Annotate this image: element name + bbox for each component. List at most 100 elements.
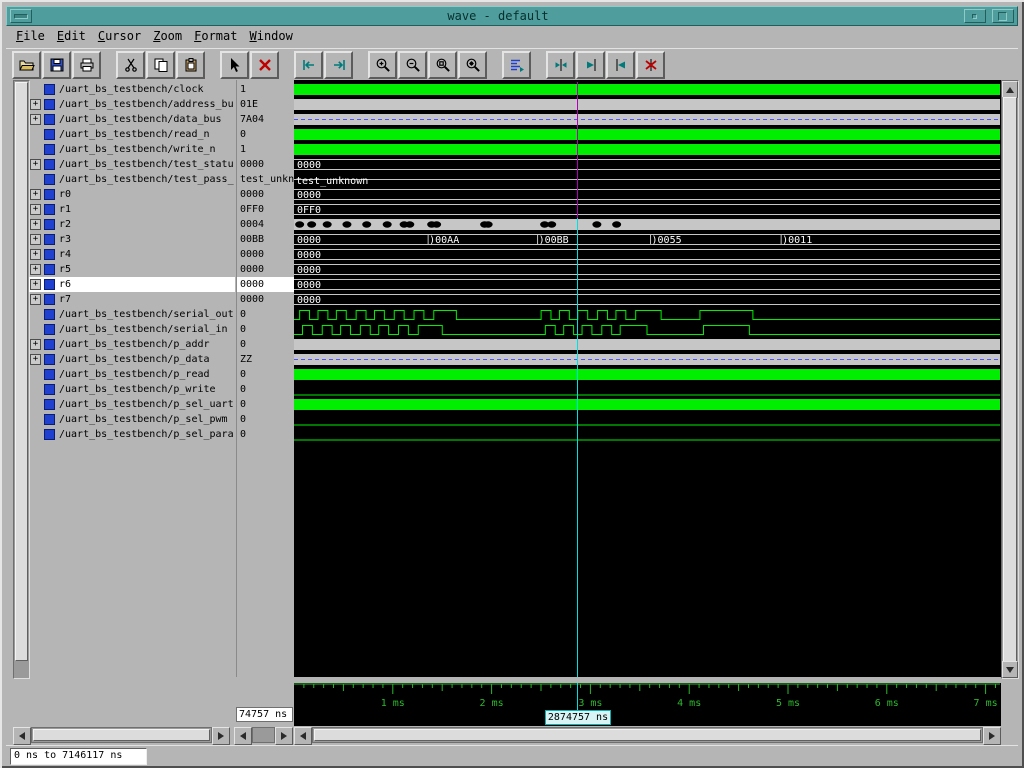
cursor-step-left-button[interactable] (576, 51, 605, 79)
zoom-in-button[interactable] (368, 51, 397, 79)
cursor-line[interactable] (577, 218, 578, 677)
signal-value-uart-bs-testbench-write-n[interactable]: 1 (237, 142, 294, 157)
tree-expander-icon[interactable]: + (30, 99, 41, 110)
menu-zoom[interactable]: Zoom (151, 27, 192, 45)
wave-uart-bs-testbench-p-sel-para[interactable] (294, 427, 1000, 442)
wave-uart-bs-testbench-serial-in[interactable] (294, 322, 1000, 337)
cursor-time-box[interactable]: 2874757 ns (545, 710, 611, 725)
wave-r2[interactable] (294, 217, 1000, 232)
zoom-out-button[interactable] (398, 51, 427, 79)
signal-row-uart-bs-testbench-p-read[interactable]: /uart_bs_testbench/p_read (29, 367, 235, 382)
signal-value-uart-bs-testbench-p-write[interactable]: 0 (237, 382, 294, 397)
menu-edit[interactable]: Edit (55, 27, 96, 45)
signal-value-uart-bs-testbench-p-addr[interactable]: 0 (237, 337, 294, 352)
signal-value-uart-bs-testbench-test-pass[interactable]: test_unkn (237, 172, 294, 187)
wave-uart-bs-testbench-clock[interactable] (294, 82, 1000, 97)
signal-value-r2[interactable]: 0004 (237, 217, 294, 232)
names-hscroll-thumb[interactable] (33, 729, 210, 741)
cut-button[interactable] (116, 51, 145, 79)
signal-value-uart-bs-testbench-p-sel-pwm[interactable]: 0 (237, 412, 294, 427)
tree-expander-icon[interactable]: + (30, 159, 41, 170)
signal-value-uart-bs-testbench-p-sel-uart[interactable]: 0 (237, 397, 294, 412)
save-button[interactable] (42, 51, 71, 79)
cursor-step-right-button[interactable] (606, 51, 635, 79)
names-vertical-scrollbar[interactable] (13, 80, 30, 679)
signal-row-uart-bs-testbench-read-n[interactable]: /uart_bs_testbench/read_n (29, 127, 235, 142)
signal-row-r1[interactable]: +r1 (29, 202, 235, 217)
wave-uart-bs-testbench-address-bu[interactable] (294, 97, 1000, 112)
wave-uart-bs-testbench-p-sel-pwm[interactable] (294, 412, 1000, 427)
cursor-delete-button[interactable] (636, 51, 665, 79)
signal-value-uart-bs-testbench-test-statu[interactable]: 0000 (237, 157, 294, 172)
signal-row-uart-bs-testbench-serial-out[interactable]: /uart_bs_testbench/serial_out (29, 307, 235, 322)
tree-expander-icon[interactable]: + (30, 204, 41, 215)
print-button[interactable] (72, 51, 101, 79)
wave-uart-bs-testbench-test-statu[interactable]: 0000 (294, 157, 1000, 172)
signal-value-r5[interactable]: 0000 (237, 262, 294, 277)
signal-value-uart-bs-testbench-p-data[interactable]: ZZ (237, 352, 294, 367)
tree-expander-icon[interactable]: + (30, 114, 41, 125)
scroll-left-icon[interactable] (234, 727, 252, 745)
signal-row-uart-bs-testbench-serial-in[interactable]: /uart_bs_testbench/serial_in (29, 322, 235, 337)
tree-expander-icon[interactable]: + (30, 264, 41, 275)
signal-row-uart-bs-testbench-write-n[interactable]: /uart_bs_testbench/write_n (29, 142, 235, 157)
scroll-down-icon[interactable] (1002, 661, 1018, 678)
wave-r4[interactable]: 0000 (294, 247, 1000, 262)
signal-value-r6[interactable]: 0000 (237, 277, 294, 292)
select-pointer-button[interactable] (220, 51, 249, 79)
signal-row-r5[interactable]: +r5 (29, 262, 235, 277)
wave-uart-bs-testbench-serial-out[interactable] (294, 307, 1000, 322)
wave-area[interactable]: 0000test_unknown00000FF00000)00AA)00BB)0… (294, 80, 1001, 677)
signal-row-r0[interactable]: +r0 (29, 187, 235, 202)
signal-row-uart-bs-testbench-p-data[interactable]: +/uart_bs_testbench/p_data (29, 352, 235, 367)
signal-value-r4[interactable]: 0000 (237, 247, 294, 262)
scroll-right-icon[interactable] (275, 727, 293, 745)
tree-expander-icon[interactable]: + (30, 354, 41, 365)
wave-r0[interactable]: 0000 (294, 187, 1000, 202)
signal-value-uart-bs-testbench-clock[interactable]: 1 (237, 82, 294, 97)
signal-row-uart-bs-testbench-clock[interactable]: /uart_bs_testbench/clock (29, 82, 235, 97)
open-button[interactable] (12, 51, 41, 79)
names-vscroll-thumb[interactable] (15, 82, 28, 661)
signal-row-uart-bs-testbench-p-write[interactable]: /uart_bs_testbench/p_write (29, 382, 235, 397)
maximize-button[interactable] (992, 9, 1014, 23)
wave-r3[interactable]: 0000)00AA)00BB)0055)0011 (294, 232, 1000, 247)
signal-value-uart-bs-testbench-p-sel-para[interactable]: 0 (237, 427, 294, 442)
timeline-cursor-line[interactable] (577, 683, 578, 710)
paste-button[interactable] (176, 51, 205, 79)
tree-expander-icon[interactable]: + (30, 219, 41, 230)
window-menu-button[interactable] (10, 9, 32, 23)
wave-uart-bs-testbench-data-bus[interactable] (294, 112, 1000, 127)
signal-row-uart-bs-testbench-p-sel-para[interactable]: /uart_bs_testbench/p_sel_para (29, 427, 235, 442)
menu-window[interactable]: Window (247, 27, 302, 45)
wave-uart-bs-testbench-p-data[interactable] (294, 352, 1000, 367)
wave-vscroll-thumb[interactable] (1003, 97, 1017, 662)
cursor-line-upper[interactable] (577, 82, 578, 218)
wave-r7[interactable]: 0000 (294, 292, 1000, 307)
tree-expander-icon[interactable]: + (30, 294, 41, 305)
signal-value-r7[interactable]: 0000 (237, 292, 294, 307)
signal-value-uart-bs-testbench-serial-out[interactable]: 0 (237, 307, 294, 322)
zoom-area-button[interactable] (428, 51, 457, 79)
scroll-right-icon[interactable] (212, 727, 230, 745)
signal-row-r3[interactable]: +r3 (29, 232, 235, 247)
values-horizontal-scrollbar[interactable] (234, 727, 293, 743)
menu-file[interactable]: File (14, 27, 55, 45)
wave-vertical-scrollbar[interactable] (1001, 80, 1019, 679)
delete-button[interactable] (250, 51, 279, 79)
wave-uart-bs-testbench-p-addr[interactable] (294, 337, 1000, 352)
cursor-prev-button[interactable] (546, 51, 575, 79)
titlebar[interactable]: wave - default (6, 6, 1018, 26)
zoom-full-button[interactable] (458, 51, 487, 79)
tree-expander-icon[interactable]: + (30, 234, 41, 245)
signal-row-r6[interactable]: +r6 (29, 277, 235, 292)
copy-button[interactable] (146, 51, 175, 79)
scroll-left-icon[interactable] (13, 727, 31, 745)
wave-uart-bs-testbench-p-sel-uart[interactable] (294, 397, 1000, 412)
timeline[interactable]: 1 ms2 ms3 ms4 ms5 ms6 ms7 ms 2874757 ns (294, 683, 1001, 726)
signal-row-uart-bs-testbench-data-bus[interactable]: +/uart_bs_testbench/data_bus (29, 112, 235, 127)
signal-row-uart-bs-testbench-p-addr[interactable]: +/uart_bs_testbench/p_addr (29, 337, 235, 352)
signal-row-uart-bs-testbench-test-statu[interactable]: +/uart_bs_testbench/test_statu (29, 157, 235, 172)
scroll-up-icon[interactable] (1002, 81, 1018, 98)
wave-uart-bs-testbench-p-read[interactable] (294, 367, 1000, 382)
